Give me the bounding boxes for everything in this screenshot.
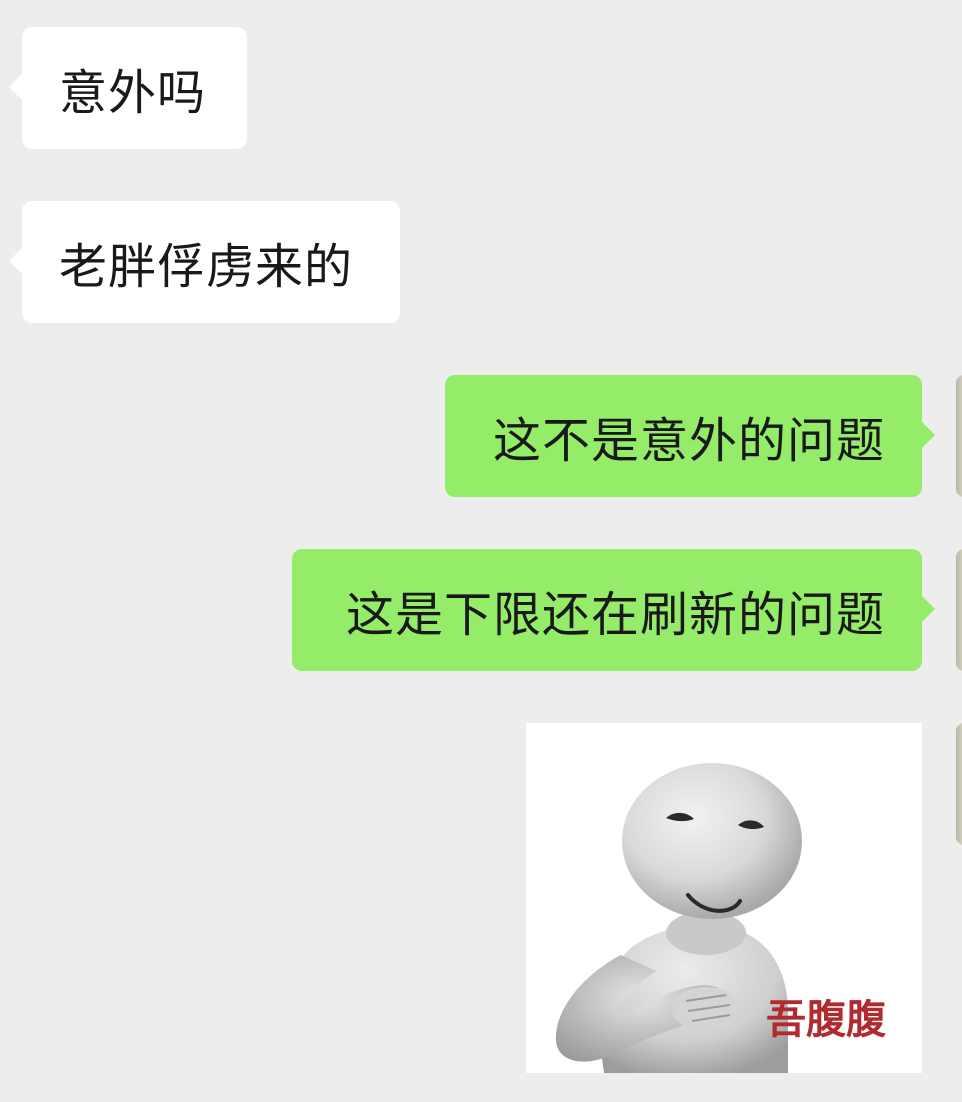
outgoing-message-bubble[interactable]: 这不是意外的问题 xyxy=(445,375,935,497)
incoming-message-bubble[interactable]: 意外吗 xyxy=(9,27,247,149)
message-text: 这不是意外的问题 xyxy=(492,413,885,469)
bubble-tail xyxy=(9,73,23,101)
bubble-tail xyxy=(9,247,23,275)
outgoing-message-bubble[interactable]: 这是下限还在刷新的问题 xyxy=(292,549,935,671)
message-text: 这是下限还在刷新的问题 xyxy=(345,587,885,643)
bubble-tail xyxy=(921,421,935,449)
message-text: 意外吗 xyxy=(59,65,207,121)
chat-message-list: 意外吗 老胖俘虏来的 这不是意外的问题 这是下限还在刷新的问题 吾腹腹 xyxy=(0,0,962,1102)
bubble-tail xyxy=(921,595,935,623)
sticker-message[interactable]: 吾腹腹 xyxy=(526,723,922,1073)
incoming-message-bubble[interactable]: 老胖俘虏来的 xyxy=(9,201,400,323)
self-avatar[interactable] xyxy=(956,549,962,671)
sticker-caption: 吾腹腹 xyxy=(766,997,886,1043)
self-avatar[interactable] xyxy=(956,375,962,497)
message-text: 老胖俘虏来的 xyxy=(59,239,354,295)
self-avatar[interactable] xyxy=(956,723,962,845)
